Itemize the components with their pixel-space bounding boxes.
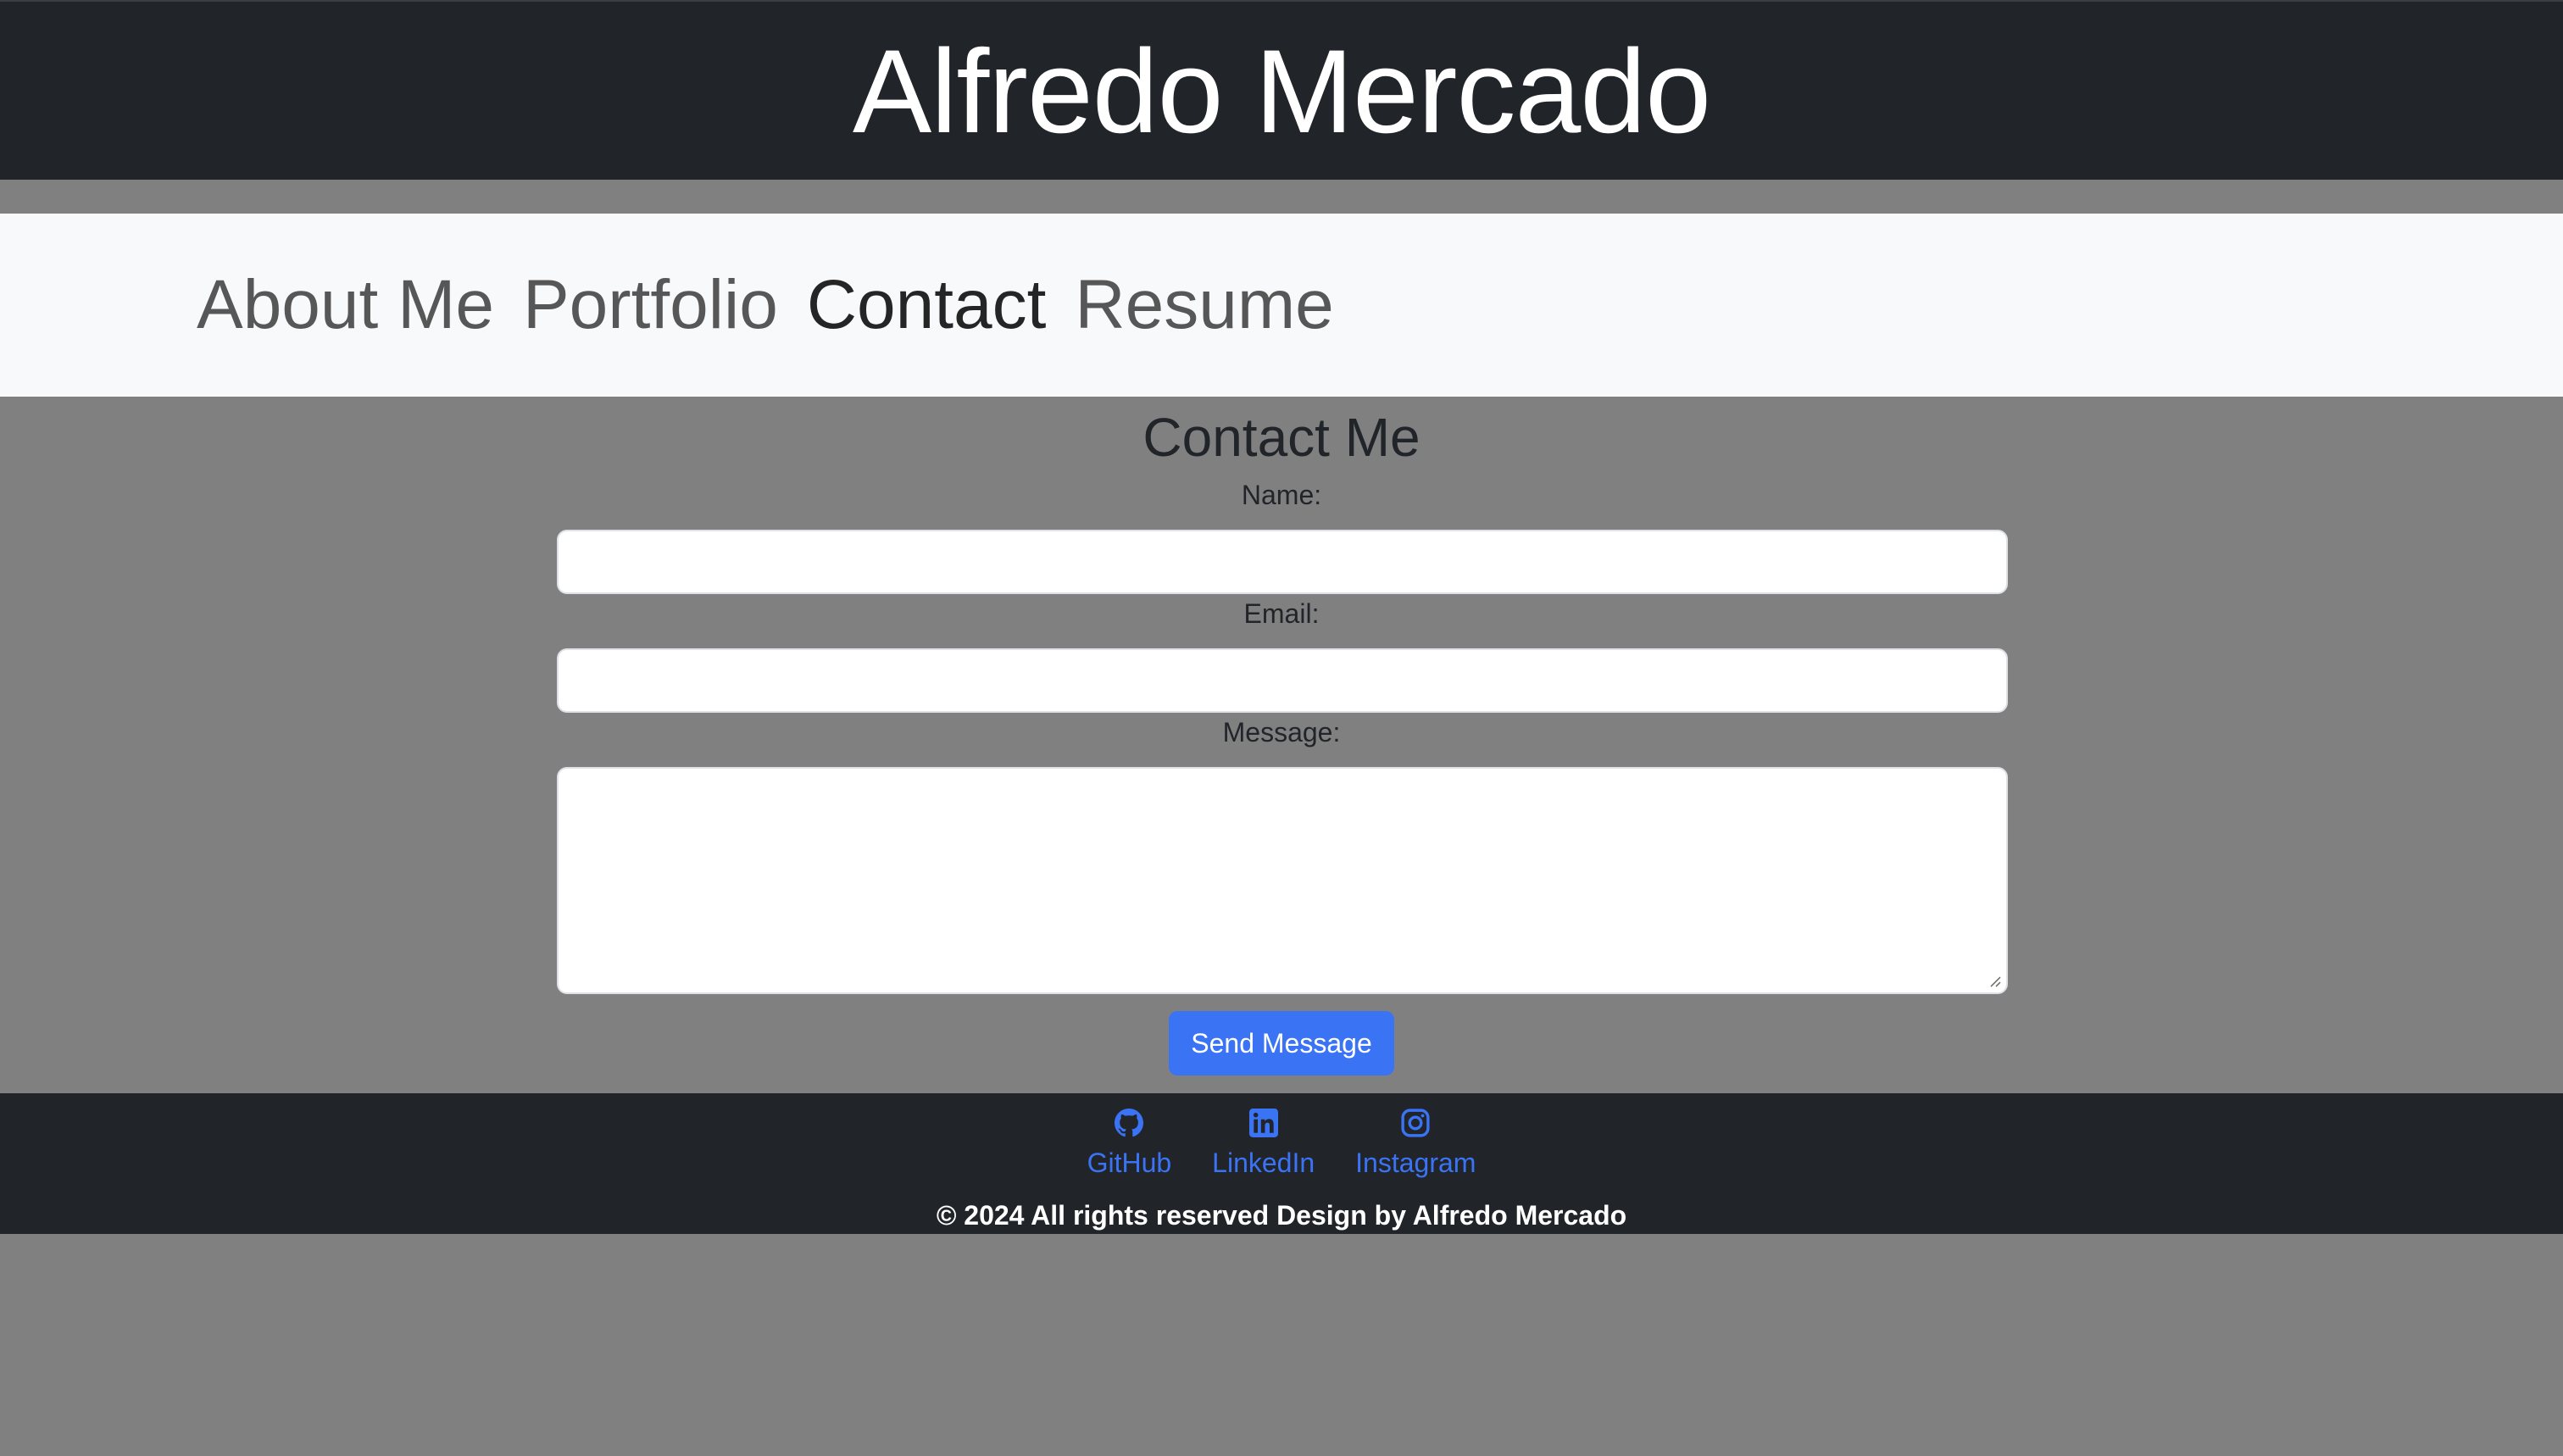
message-textarea[interactable] bbox=[557, 767, 2008, 994]
nav-link-contact[interactable]: Contact bbox=[807, 266, 1047, 343]
instagram-label: Instagram bbox=[1355, 1148, 1476, 1178]
send-message-button[interactable]: Send Message bbox=[1169, 1011, 1394, 1075]
linkedin-icon bbox=[1248, 1109, 1278, 1137]
github-icon bbox=[1115, 1109, 1144, 1137]
github-link[interactable]: GitHub bbox=[1087, 1109, 1172, 1179]
nav-list: About Me Portfolio Contact Resume bbox=[197, 214, 1363, 397]
name-label: Name: bbox=[1241, 480, 1322, 510]
instagram-icon bbox=[1401, 1109, 1430, 1137]
github-label: GitHub bbox=[1087, 1148, 1172, 1178]
name-input[interactable] bbox=[557, 530, 2008, 594]
nav-link-portfolio[interactable]: Portfolio bbox=[523, 266, 778, 343]
linkedin-link[interactable]: LinkedIn bbox=[1212, 1109, 1315, 1179]
instagram-link[interactable]: Instagram bbox=[1355, 1109, 1476, 1179]
email-input[interactable] bbox=[557, 648, 2008, 713]
nav-link-resume[interactable]: Resume bbox=[1075, 266, 1333, 343]
navbar: About Me Portfolio Contact Resume bbox=[0, 214, 2563, 397]
contact-section: Contact Me Name: Email: Message: Send Me… bbox=[0, 397, 2563, 1093]
copyright-text: © 2024 All rights reserved Design by Alf… bbox=[936, 1200, 1627, 1231]
linkedin-label: LinkedIn bbox=[1212, 1148, 1315, 1178]
site-footer: GitHub LinkedIn Instagram © 2024 All rig… bbox=[0, 1093, 2563, 1234]
resize-grip-icon[interactable] bbox=[1988, 974, 2001, 987]
email-label: Email: bbox=[1243, 598, 1320, 629]
message-label: Message: bbox=[1222, 717, 1341, 747]
nav-link-about-me[interactable]: About Me bbox=[197, 266, 494, 343]
site-title: Alfredo Mercado bbox=[852, 25, 1711, 158]
contact-heading: Contact Me bbox=[1143, 407, 1420, 468]
site-header: Alfredo Mercado bbox=[0, 0, 2563, 180]
social-links: GitHub LinkedIn Instagram bbox=[0, 1109, 2563, 1179]
